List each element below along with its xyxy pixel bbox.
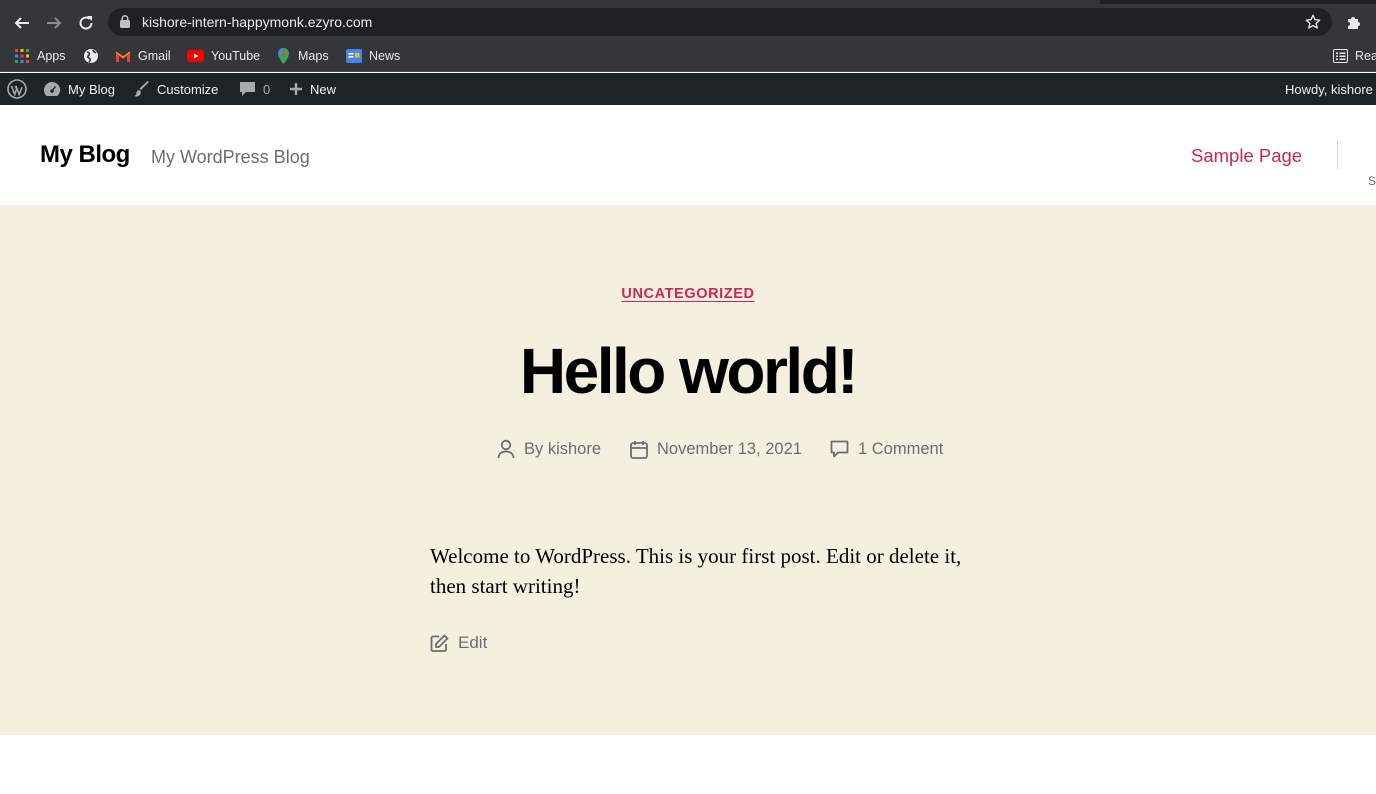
bookmark-maps[interactable]: Maps [276,48,329,64]
post-meta: By kishore November 13, 2021 1 Comment [0,437,1376,461]
wp-admin-bar: My Blog Customize 0 New Howdy, kishore [0,73,1376,105]
wp-logo-menu[interactable] [7,73,27,105]
site-header: My Blog My WordPress Blog Sample Page S [0,105,1376,205]
back-arrow-icon [14,17,29,29]
customize-link[interactable]: Customize [134,73,218,105]
reading-list-button[interactable]: Rea [1333,48,1376,64]
post-author[interactable]: By kishore [497,437,601,461]
bookmark-gmail[interactable]: Gmail [115,48,171,64]
bookmark-star-icon[interactable] [1304,13,1322,31]
edit-pencil-icon [430,634,449,652]
reload-button[interactable] [74,11,98,35]
globe-icon [84,49,98,63]
edit-label: Edit [458,633,488,652]
site-title-link[interactable]: My Blog [40,141,130,169]
post-header-area: UNCATEGORIZED Hello world! By kishore No… [0,205,1376,735]
comments-menu[interactable]: 0 [239,73,270,105]
edit-post-link[interactable]: Edit [430,631,487,655]
post-content: Welcome to WordPress. This is your first… [430,544,962,598]
extensions-puzzle-icon[interactable] [1345,14,1363,32]
back-button[interactable] [10,11,34,35]
plus-icon [290,83,302,95]
bookmark-news[interactable]: News [346,48,400,64]
nav-sample-page-link[interactable]: Sample Page [1191,145,1302,167]
reading-list-icon [1333,49,1348,63]
address-bar[interactable]: kishore-intern-happymonk.ezyro.com [108,8,1332,36]
my-account-menu[interactable]: Howdy, kishore [1285,73,1373,105]
bookmark-globe[interactable] [83,48,99,64]
howdy-text: Howdy, kishore [1285,81,1373,97]
post-date[interactable]: November 13, 2021 [630,437,802,461]
news-icon [346,49,362,63]
reload-icon [79,16,93,30]
person-icon [497,439,515,459]
youtube-icon [187,50,204,62]
lock-icon [120,15,130,28]
maps-icon [278,48,289,64]
admin-site-name: My Blog [68,81,115,97]
url-text: kishore-intern-happymonk.ezyro.com [142,14,373,30]
new-content-menu[interactable]: New [289,73,336,105]
browser-toolbar: kishore-intern-happymonk.ezyro.com [0,4,1376,40]
paintbrush-icon [134,81,149,97]
header-divider [1337,141,1338,169]
bookmark-label: Gmail [138,49,171,63]
new-label: New [310,81,337,97]
comments-text: 1 Comment [858,439,944,458]
calendar-icon [630,440,648,459]
gmail-icon [115,51,131,62]
author-text: By kishore [524,439,602,458]
post-categories: UNCATEGORIZED [0,285,1376,303]
comment-bubble-icon [240,82,255,96]
comments-count: 0 [263,81,271,97]
search-toggle[interactable]: S [1368,174,1376,188]
bookmark-youtube[interactable]: YouTube [187,48,260,64]
bookmark-label: Maps [298,49,329,63]
reading-list-label: Rea [1355,49,1376,63]
dashboard-gauge-icon [44,81,61,96]
bookmarks-bar: Apps Gmail YouTube Maps News Rea [0,40,1376,72]
bookmark-label: News [369,49,401,63]
bookmark-apps[interactable]: Apps [14,48,66,64]
category-link[interactable]: UNCATEGORIZED [621,286,754,302]
forward-arrow-icon [47,17,62,29]
apps-grid-icon [15,49,29,63]
forward-button[interactable] [42,11,66,35]
comment-bubble-icon [830,440,849,458]
post-title: Hello world! [519,335,859,407]
site-name-menu[interactable]: My Blog [43,73,115,105]
customize-label: Customize [157,81,219,97]
bookmark-label: Apps [37,49,66,63]
bookmark-label: YouTube [211,49,261,63]
post-comments-link[interactable]: 1 Comment [830,437,943,461]
date-text: November 13, 2021 [657,439,802,458]
wordpress-logo-icon [7,79,27,99]
site-description: My WordPress Blog [151,147,310,167]
